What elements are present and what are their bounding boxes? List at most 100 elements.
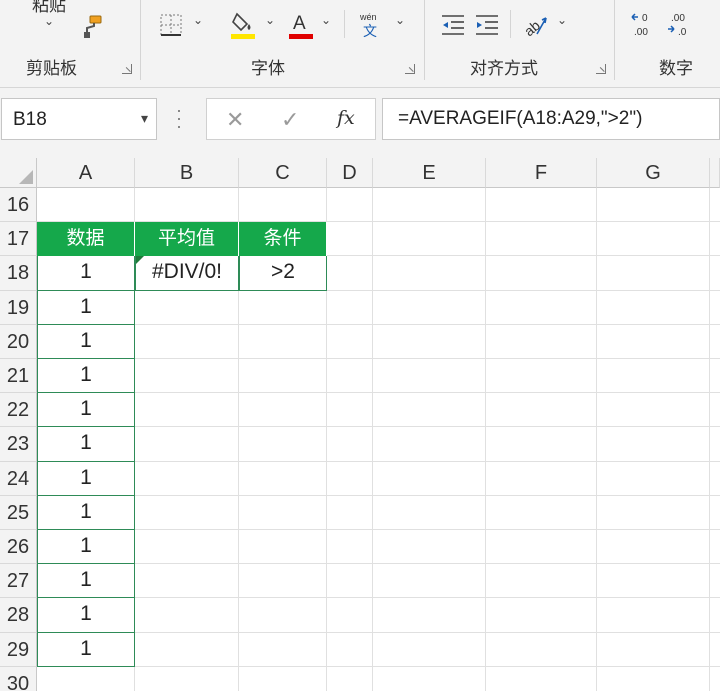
data-cell[interactable]: 1: [37, 427, 135, 462]
chevron-down-icon[interactable]: ⌄: [44, 14, 54, 28]
gridline-horizontal: [37, 392, 720, 394]
chevron-down-icon[interactable]: ⌄: [264, 14, 276, 26]
svg-text:A: A: [293, 13, 306, 34]
gridline-vertical: [709, 188, 710, 691]
phonetic-guide-icon: wén 文: [359, 12, 377, 39]
row-header-21[interactable]: 21: [0, 359, 37, 394]
row-header-28[interactable]: 28: [0, 598, 37, 633]
gridline-horizontal: [37, 563, 720, 565]
data-cell[interactable]: 1: [37, 324, 135, 359]
enter-icon[interactable]: ✓: [281, 107, 299, 133]
row-header-19[interactable]: 19: [0, 290, 37, 325]
cancel-icon[interactable]: ✕: [226, 107, 244, 133]
formula-input[interactable]: =AVERAGEIF(A18:A29,">2"): [382, 98, 720, 140]
gridline-horizontal: [37, 494, 720, 496]
row-header-22[interactable]: 22: [0, 393, 37, 428]
gridline-vertical: [372, 188, 373, 691]
column-header-g[interactable]: G: [597, 158, 710, 188]
decrease-indent-icon: [442, 15, 464, 35]
gridline-horizontal: [37, 460, 720, 462]
data-cell[interactable]: 1: [37, 359, 135, 394]
column-header-overflow: [710, 158, 720, 188]
worksheet-grid[interactable]: ABCDEFG 16 17 18 19 20 21 22 23 24 25 26 27 28 29 30 数…: [0, 158, 720, 691]
row-header-18[interactable]: 18: [0, 256, 37, 291]
gridline-horizontal: [37, 358, 720, 359]
table-header-cell[interactable]: 数据: [37, 222, 135, 257]
orientation-button[interactable]: ab: [520, 8, 550, 42]
column-header-c[interactable]: C: [239, 158, 327, 188]
table-header-cell[interactable]: 条件: [239, 222, 327, 257]
orientation-icon: ab: [521, 17, 547, 38]
column-header-d[interactable]: D: [327, 158, 373, 188]
increase-decimal-icon: .00 .0: [668, 13, 687, 38]
increase-decimal-button[interactable]: .00 .0: [664, 8, 694, 42]
svg-text:.00: .00: [671, 13, 685, 24]
increase-indent-icon: [476, 15, 498, 35]
data-cell[interactable]: 1: [37, 461, 135, 496]
row-header-17[interactable]: 17: [0, 222, 37, 257]
data-cell[interactable]: 1: [37, 632, 135, 667]
format-painter-button[interactable]: [76, 10, 106, 44]
borders-button[interactable]: [156, 8, 186, 42]
data-cell[interactable]: 1: [37, 564, 135, 599]
data-cell[interactable]: 1: [37, 530, 135, 565]
group-divider: [424, 0, 425, 80]
chevron-down-icon[interactable]: ⌄: [192, 14, 204, 26]
data-cell[interactable]: 1: [37, 495, 135, 530]
column-header-a[interactable]: A: [37, 158, 135, 188]
row-header-30[interactable]: 30: [0, 666, 37, 691]
data-cell[interactable]: 1: [37, 393, 135, 428]
gridline-vertical: [485, 188, 486, 691]
gridline-horizontal: [37, 665, 720, 667]
phonetic-guide-button[interactable]: wén 文: [356, 8, 386, 42]
decrease-indent-button[interactable]: [438, 8, 468, 42]
row-header-25[interactable]: 25: [0, 495, 37, 530]
row-header-20[interactable]: 20: [0, 324, 37, 359]
row-header-24[interactable]: 24: [0, 461, 37, 496]
name-box[interactable]: B18 ▾: [1, 98, 157, 140]
condition-cell[interactable]: >2: [239, 256, 327, 291]
column-header-f[interactable]: F: [486, 158, 597, 188]
divider: [510, 10, 511, 38]
dialog-launcher-icon[interactable]: [122, 64, 132, 74]
decrease-decimal-button[interactable]: 0 .00: [628, 8, 658, 42]
data-cell[interactable]: 1: [37, 598, 135, 633]
dialog-launcher-icon[interactable]: [405, 64, 415, 74]
column-header-b[interactable]: B: [135, 158, 239, 188]
fill-color-button[interactable]: [228, 8, 258, 42]
insert-function-icon[interactable]: fx: [337, 107, 355, 129]
decrease-decimal-icon: 0 .00: [631, 13, 648, 38]
dialog-launcher-icon[interactable]: [596, 64, 606, 74]
clipboard-group-label: 剪贴板: [26, 59, 77, 79]
svg-text:.0: .0: [678, 27, 687, 38]
table-header-cell[interactable]: 平均值: [135, 222, 239, 257]
row-header-16[interactable]: 16: [0, 188, 37, 223]
row-header-26[interactable]: 26: [0, 530, 37, 565]
chevron-down-icon[interactable]: ⌄: [556, 14, 568, 26]
gridline-horizontal: [37, 426, 720, 428]
formula-text: =AVERAGEIF(A18:A29,">2"): [398, 108, 643, 129]
chevron-down-icon[interactable]: ⌄: [394, 14, 406, 26]
group-divider: [140, 0, 141, 80]
chevron-down-icon[interactable]: ⌄: [320, 14, 332, 26]
font-color-button[interactable]: A: [286, 8, 316, 42]
number-group-label: 数字: [659, 59, 693, 79]
row-header-27[interactable]: 27: [0, 564, 37, 599]
select-all-button[interactable]: [0, 158, 37, 188]
group-divider: [614, 0, 615, 80]
error-indicator-icon[interactable]: [136, 256, 144, 265]
paste-button[interactable]: 粘贴 ⌄: [14, 0, 70, 44]
svg-text:文: 文: [363, 24, 377, 39]
result-cell[interactable]: #DIV/0!: [135, 256, 239, 291]
svg-text:.00: .00: [634, 27, 648, 38]
format-painter-icon: [84, 15, 102, 38]
row-header-29[interactable]: 29: [0, 632, 37, 667]
data-cell[interactable]: 1: [37, 256, 135, 291]
increase-indent-button[interactable]: [472, 8, 502, 42]
data-cell[interactable]: 1: [37, 290, 135, 325]
svg-text:wén: wén: [359, 12, 377, 22]
chevron-down-icon[interactable]: ▾: [141, 110, 148, 127]
column-header-e[interactable]: E: [373, 158, 486, 188]
drag-handle-icon[interactable]: · · ·: [176, 101, 182, 135]
row-header-23[interactable]: 23: [0, 427, 37, 462]
